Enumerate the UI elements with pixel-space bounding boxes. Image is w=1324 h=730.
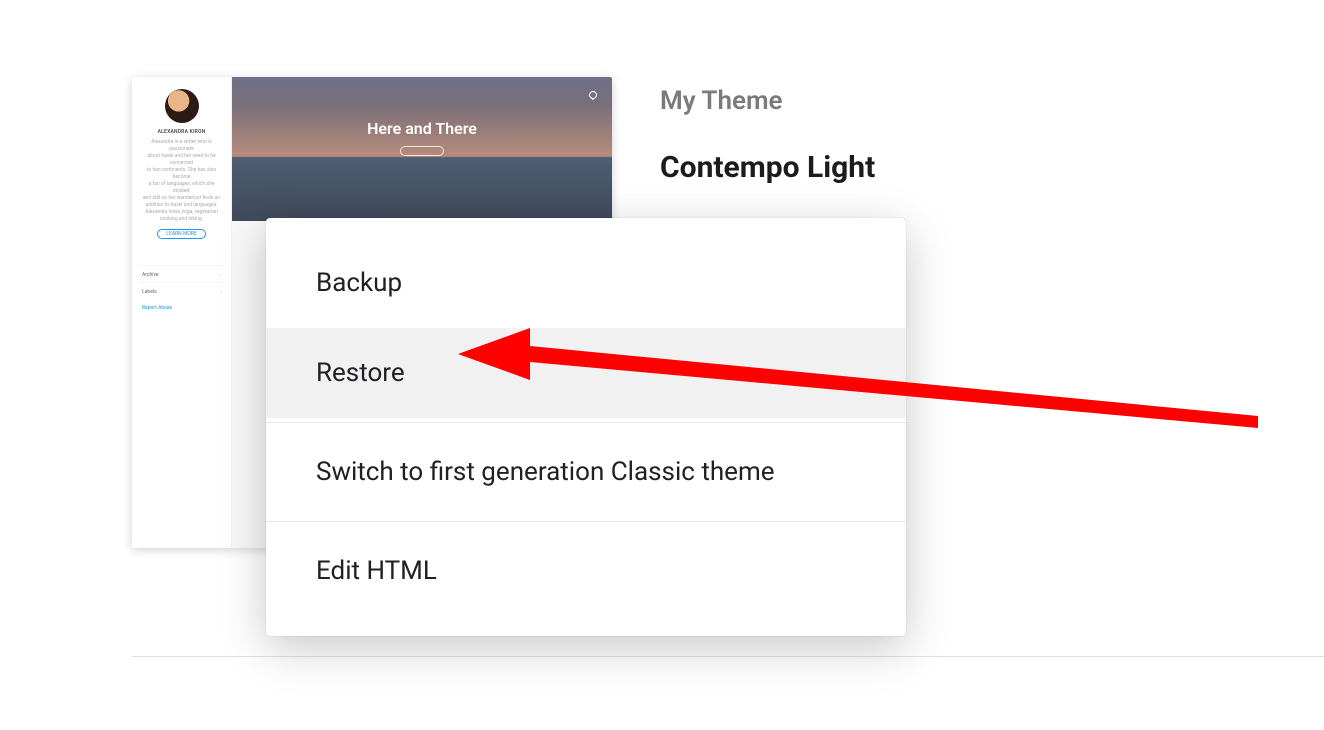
chevron-down-icon bbox=[219, 272, 221, 278]
search-icon bbox=[584, 91, 594, 101]
preview-bio: Alexandra is a writer who is passionate … bbox=[138, 139, 225, 223]
preview-sidebar-labels: Labels bbox=[138, 282, 225, 299]
menu-item-backup[interactable]: Backup bbox=[266, 238, 906, 328]
avatar bbox=[165, 89, 199, 123]
menu-separator bbox=[266, 422, 906, 423]
preview-author-name: ALEXANDRA KIRON bbox=[138, 129, 225, 135]
preview-hero-subtitle-pill bbox=[400, 146, 444, 156]
chevron-down-icon bbox=[219, 289, 221, 295]
menu-item-switch-classic[interactable]: Switch to first generation Classic theme bbox=[266, 427, 906, 517]
preview-learn-more-button: LEARN MORE bbox=[157, 229, 205, 239]
preview-sidebar-report: Report Abuse bbox=[138, 299, 225, 317]
menu-separator bbox=[266, 521, 906, 522]
theme-name: Contempo Light bbox=[660, 150, 875, 185]
preview-blog-title: Here and There bbox=[232, 77, 612, 138]
preview-sidebar-archive: Archive bbox=[138, 265, 225, 282]
section-label: My Theme bbox=[660, 86, 783, 116]
preview-hero: Here and There bbox=[232, 77, 612, 221]
menu-item-edit-html[interactable]: Edit HTML bbox=[266, 526, 906, 616]
menu-item-restore[interactable]: Restore bbox=[266, 328, 906, 418]
section-divider bbox=[132, 656, 1324, 657]
preview-sidebar: ALEXANDRA KIRON Alexandra is a writer wh… bbox=[132, 77, 232, 548]
theme-options-menu: Backup Restore Switch to first generatio… bbox=[266, 218, 906, 636]
